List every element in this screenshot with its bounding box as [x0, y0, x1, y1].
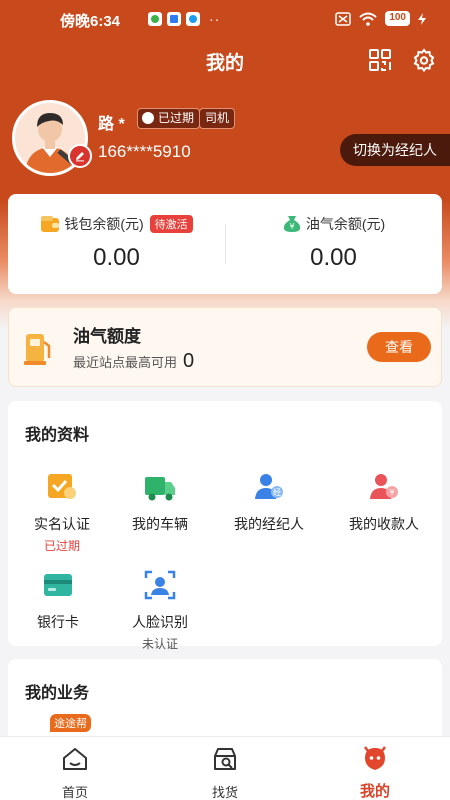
wifi-icon: [359, 12, 377, 26]
profile-header: 路 * 已过期 司机 166****5910 切换为经纪人: [0, 96, 450, 186]
wallet-icon: [41, 216, 60, 232]
status-notification-icons: ··: [148, 11, 220, 27]
home-icon: [63, 748, 87, 770]
phone-number: 166****5910: [98, 142, 191, 161]
wallet-balance-value: 0.00: [93, 244, 140, 271]
real-name-verification-item[interactable]: 实名认证 已过期: [8, 471, 116, 554]
oil-balance-label-row: ¥ 油气余额(元): [225, 214, 442, 234]
svg-text:经: 经: [273, 487, 281, 497]
wallet-balance[interactable]: 钱包余额(元) 待激活 0.00: [8, 194, 225, 294]
nav-find-goods-label: 找货: [211, 785, 238, 800]
app-notification-icon: [148, 12, 162, 26]
balance-card: 钱包余额(元) 待激活 0.00 ¥ 油气余额(元) 0.00: [8, 194, 442, 294]
nav-my-label: 我的: [359, 783, 390, 800]
face-scan-icon: [144, 570, 176, 600]
pending-activation-tag: 待激活: [149, 215, 193, 233]
money-bag-icon: ¥: [283, 216, 300, 232]
my-profile-icon: [364, 746, 386, 770]
certification-status-text: 已过期: [158, 111, 195, 125]
payee-icon: ¥: [370, 474, 398, 499]
charging-icon: [418, 12, 426, 25]
my-vehicle-label: 我的车辆: [132, 516, 188, 532]
oil-balance-value: 0.00: [310, 244, 357, 271]
no-sim-icon: [335, 11, 352, 26]
oil-balance-label: 油气余额(元): [305, 216, 386, 232]
status-bar: 傍晚6:34 ·· 100: [0, 0, 450, 40]
title-bar: 我的: [0, 40, 450, 80]
person-badge-icon: [142, 112, 154, 124]
oil-quota-subtitle: 最近站点最高可用: [73, 355, 178, 370]
status-time: 傍晚6:34: [60, 13, 121, 30]
my-info-section: 我的资料 实名认证 已过期 我的车辆 经 我的经纪人 ¥ 我的收款人 银行卡 人…: [8, 401, 442, 651]
face-recognition-item[interactable]: 人脸识别 未认证: [106, 569, 214, 652]
id-verify-icon: [48, 474, 76, 499]
real-name-verification-status: 已过期: [43, 539, 80, 553]
business-tag: 途途帮: [50, 714, 91, 732]
my-business-title: 我的业务: [25, 685, 90, 702]
switch-to-agent-button[interactable]: 切换为经纪人: [340, 134, 450, 166]
status-indicators: 100: [335, 11, 426, 26]
bank-card-label: 银行卡: [37, 614, 79, 630]
oil-quota-amount: 0: [183, 350, 195, 372]
my-agent-label: 我的经纪人: [234, 516, 304, 532]
my-payee-item[interactable]: ¥ 我的收款人: [330, 471, 438, 534]
nav-home-label: 首页: [61, 785, 88, 800]
bank-card-icon: [44, 574, 72, 596]
my-info-title: 我的资料: [25, 427, 90, 444]
oil-balance[interactable]: ¥ 油气余额(元) 0.00: [225, 194, 442, 294]
chat-app-icon: [186, 12, 200, 26]
oil-quota-title: 油气额度: [73, 327, 141, 346]
svg-text:¥: ¥: [389, 488, 394, 497]
my-payee-label: 我的收款人: [349, 516, 419, 532]
face-recognition-label: 人脸识别: [132, 614, 188, 630]
truck-icon: [145, 477, 175, 501]
oil-quota-card: 油气额度 最近站点最高可用 0 查看: [8, 307, 442, 387]
role-badge: 司机: [199, 108, 236, 129]
edit-avatar-icon[interactable]: [68, 144, 92, 168]
my-vehicle-item[interactable]: 我的车辆: [106, 471, 214, 534]
nav-home[interactable]: 首页: [0, 737, 150, 800]
wallet-balance-label: 钱包余额(元): [64, 216, 144, 232]
more-notifications: ··: [209, 11, 221, 27]
battery-indicator: 100: [385, 11, 410, 26]
wallet-balance-label-row: 钱包余额(元) 待激活: [8, 214, 225, 234]
bank-card-item[interactable]: 银行卡: [4, 569, 112, 632]
bottom-navigation: 首页 找货 我的: [0, 736, 450, 800]
video-app-icon: [167, 12, 181, 26]
settings-gear-icon[interactable]: [410, 46, 438, 74]
certification-status-badge: 已过期: [137, 108, 201, 129]
view-oil-quota-button[interactable]: 查看: [367, 332, 431, 362]
face-recognition-status: 未认证: [141, 637, 178, 651]
svg-text:¥: ¥: [289, 222, 294, 231]
my-agent-item[interactable]: 经 我的经纪人: [215, 471, 323, 534]
nav-my[interactable]: 我的: [300, 737, 450, 800]
qr-code-icon[interactable]: [366, 46, 394, 74]
real-name-verification-label: 实名认证: [34, 516, 90, 532]
nav-find-goods[interactable]: 找货: [150, 737, 300, 800]
oil-quota-subtitle-row: 最近站点最高可用 0: [73, 350, 194, 373]
find-goods-icon: [214, 748, 236, 770]
user-name: 路 *: [98, 116, 125, 133]
fuel-pump-icon: [24, 334, 51, 365]
agent-icon: 经: [255, 474, 283, 499]
